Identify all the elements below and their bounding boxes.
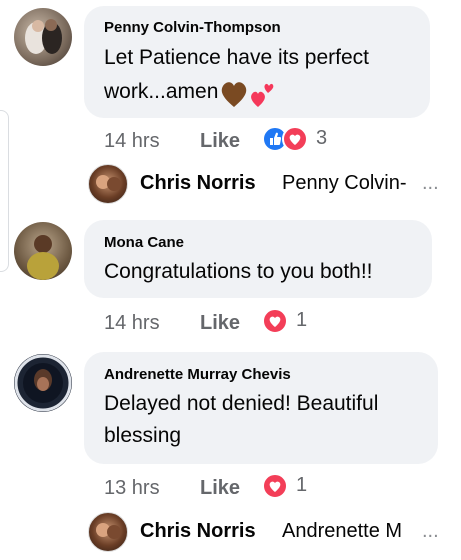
emoji-group [221,82,274,107]
brown-heart-icon [221,82,247,107]
comment-text-line: Let Patience have its perfect [104,46,369,69]
reaction-count[interactable]: 1 [296,474,307,497]
love-reaction-icon[interactable] [262,473,288,499]
avatar-photo [14,354,72,412]
like-button[interactable]: Like [200,312,240,335]
reply-preview[interactable]: Andrenette M [282,520,402,543]
avatar[interactable] [14,354,72,412]
avatar-photo [96,523,121,539]
avatar[interactable] [88,164,128,204]
love-reaction-icon[interactable] [262,308,288,334]
comment-text-line: Delayed not denied! Beautiful [104,392,379,415]
reply-ellipsis: ... [422,520,439,542]
reply-author[interactable]: Chris Norris [140,520,256,543]
comment-time[interactable]: 14 hrs [104,130,160,153]
comment-bubble: Penny Colvin-Thompson Let Patience have … [84,6,430,118]
thread-connector [0,110,9,272]
comment-author[interactable]: Mona Cane [104,234,184,251]
comment-bubble: Andrenette Murray Chevis Delayed not den… [84,352,438,464]
avatar-photo [27,235,59,280]
reaction-count[interactable]: 1 [296,309,307,332]
like-button[interactable]: Like [200,130,240,153]
avatar[interactable] [14,222,72,280]
avatar-photo [25,19,62,54]
comment-text-line: blessing [104,424,182,447]
comment-bubble: Mona Cane Congratulations to you both!! [84,220,432,298]
reply-ellipsis: ... [422,172,439,194]
comment-author[interactable]: Andrenette Murray Chevis [104,366,291,383]
reaction-count[interactable]: 3 [316,127,327,150]
avatar[interactable] [14,8,72,66]
comment-author[interactable]: Penny Colvin-Thompson [104,19,281,36]
like-button[interactable]: Like [200,477,240,500]
reply-author[interactable]: Chris Norris [140,172,256,195]
comment-text: Congratulations to you both!! [104,260,373,283]
love-reaction-icon[interactable] [282,126,308,152]
comment-time[interactable]: 14 hrs [104,312,160,335]
comment-text-line: work...amen [104,80,219,103]
reply-preview[interactable]: Penny Colvin- [282,172,407,195]
two-hearts-icon [251,91,265,107]
avatar-photo [96,175,121,191]
comment-time[interactable]: 13 hrs [104,477,160,500]
avatar[interactable] [88,512,128,552]
